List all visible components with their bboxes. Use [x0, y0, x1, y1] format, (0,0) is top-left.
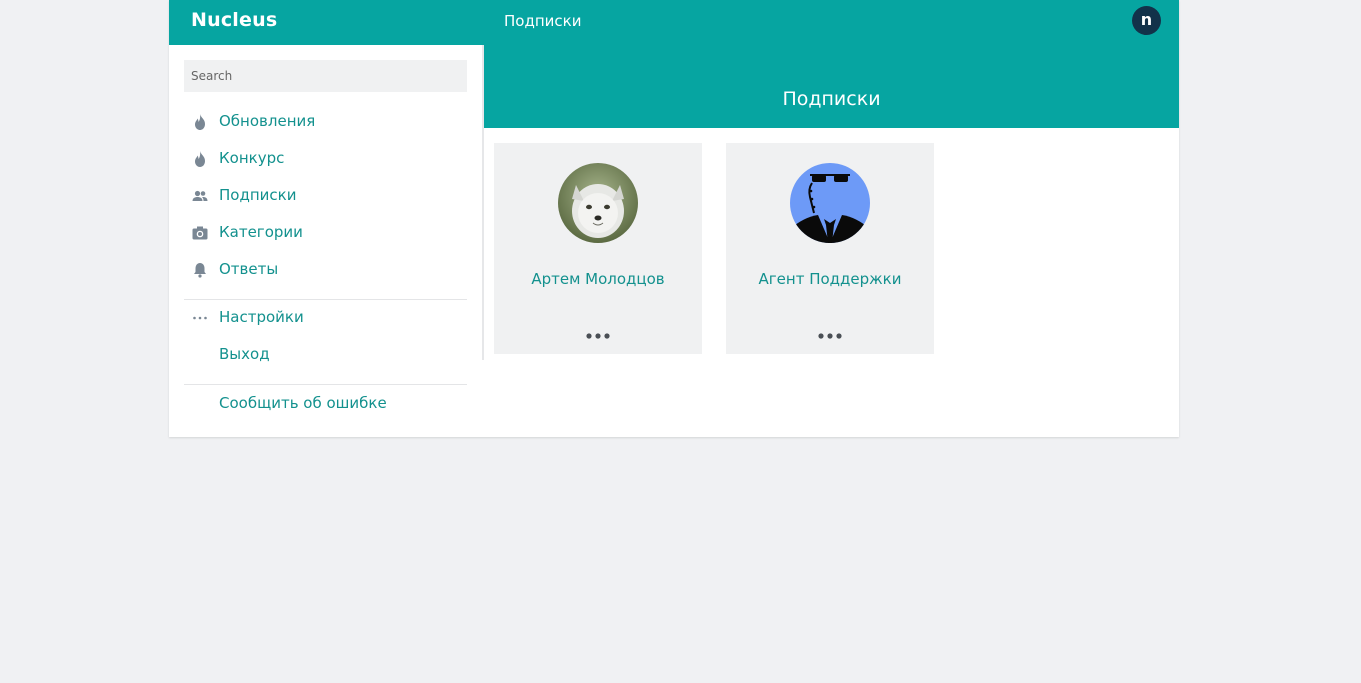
avatar[interactable] — [558, 163, 638, 243]
people-icon — [192, 190, 208, 201]
fire-icon — [195, 114, 205, 130]
report-bug-link[interactable]: Сообщить об ошибке — [219, 394, 387, 412]
sidebar-item-label: Обновления — [219, 112, 316, 130]
subscription-name-link[interactable]: Агент Поддержки — [726, 270, 934, 288]
app-window: Nucleus Подписки n Обновления Конкурс — [169, 0, 1179, 437]
sidebar-item-contest[interactable]: Конкурс — [184, 144, 467, 174]
camera-icon — [192, 226, 208, 240]
brand-logo[interactable]: Nucleus — [191, 9, 277, 31]
more-options-icon[interactable] — [816, 328, 844, 344]
page-hero: Подписки — [484, 45, 1179, 128]
sidebar: Обновления Конкурс Подписки — [169, 45, 484, 363]
sidebar-item-label: Ответы — [219, 260, 279, 278]
sidebar-item-logout[interactable]: Выход — [184, 340, 467, 370]
more-horizontal-icon — [193, 316, 207, 320]
user-avatar[interactable]: n — [1132, 6, 1161, 35]
arctic-fox-avatar-icon — [558, 163, 638, 243]
avatar[interactable] — [790, 163, 870, 243]
more-options-icon[interactable] — [584, 328, 612, 344]
sidebar-item-label: Подписки — [219, 186, 297, 204]
page-title: Подписки — [782, 88, 881, 110]
header-title: Подписки — [504, 12, 582, 30]
sidebar-item-categories[interactable]: Категории — [184, 218, 467, 248]
agent-avatar-icon — [790, 163, 870, 243]
sidebar-item-label: Выход — [219, 345, 270, 363]
sidebar-item-updates[interactable]: Обновления — [184, 107, 467, 137]
subscription-name-link[interactable]: Артем Молодцов — [494, 270, 702, 288]
sidebar-item-label: Конкурс — [219, 149, 285, 167]
subscription-card: Артем Молодцов — [494, 143, 702, 354]
search-input[interactable] — [184, 60, 467, 92]
sidebar-item-subscriptions[interactable]: Подписки — [184, 181, 467, 211]
sidebar-divider — [184, 384, 467, 385]
sidebar-item-label: Категории — [219, 223, 303, 241]
bell-icon — [194, 263, 206, 278]
sidebar-item-label: Настройки — [219, 308, 304, 326]
subscription-card: Агент Поддержки — [726, 143, 934, 354]
sidebar-divider — [184, 299, 467, 300]
sidebar-item-settings[interactable]: Настройки — [184, 303, 467, 333]
sidebar-item-answers[interactable]: Ответы — [184, 255, 467, 285]
top-bar: Nucleus Подписки n — [169, 0, 1179, 45]
fire-icon — [195, 151, 205, 167]
